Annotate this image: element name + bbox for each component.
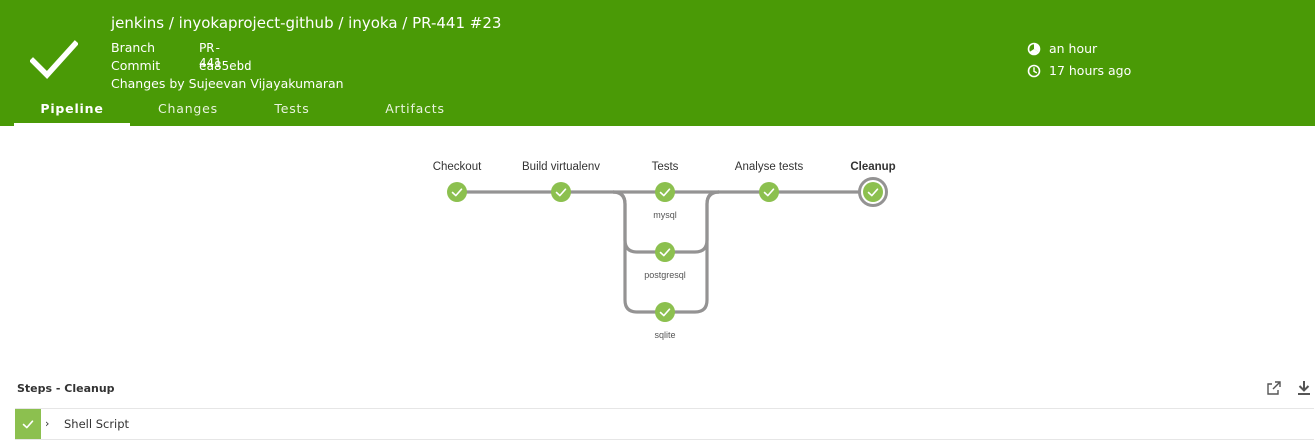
steps-actions <box>1266 379 1314 397</box>
branch-out-postgresql <box>665 190 720 254</box>
commit-label: Commit <box>111 58 161 73</box>
stage-label-analyse-tests[interactable]: Analyse tests <box>735 161 804 173</box>
tab-artifacts[interactable]: Artifacts <box>380 100 450 124</box>
open-external-icon[interactable] <box>1266 380 1282 396</box>
pipeline-graph: Checkout Build virtualenv Tests Analyse … <box>433 161 896 340</box>
duration-icon <box>1027 42 1041 55</box>
step-status-success <box>15 409 41 439</box>
started-row: 17 hours ago <box>1027 63 1131 78</box>
success-check-icon <box>30 40 78 79</box>
commit-value[interactable]: ea85ebd <box>199 58 252 73</box>
node-build-virtualenv[interactable] <box>551 182 571 202</box>
branch-label-postgresql[interactable]: postgresql <box>644 270 686 280</box>
run-title[interactable]: jenkins / inyokaproject-github / inyoka … <box>111 14 501 32</box>
duration-text: an hour <box>1049 41 1098 56</box>
clock-icon <box>1027 64 1041 77</box>
stage-label-checkout[interactable]: Checkout <box>433 161 482 173</box>
stage-label-cleanup[interactable]: Cleanup <box>850 161 895 173</box>
branch-label-mysql[interactable]: mysql <box>653 210 677 220</box>
node-cleanup-selected[interactable] <box>858 177 888 207</box>
tab-pipeline[interactable]: Pipeline <box>14 100 130 126</box>
duration-row: an hour <box>1027 41 1097 56</box>
step-label: Shell Script <box>64 417 130 431</box>
stage-label-tests[interactable]: Tests <box>652 161 679 173</box>
node-tests-sqlite[interactable] <box>655 302 675 322</box>
changes-by: Changes by Sujeevan Vijayakumaran <box>111 76 344 91</box>
check-icon <box>22 420 34 429</box>
branch-label-sqlite[interactable]: sqlite <box>654 330 675 340</box>
node-analyse-tests[interactable] <box>759 182 779 202</box>
stage-label-build-virtualenv[interactable]: Build virtualenv <box>522 161 600 173</box>
download-icon[interactable] <box>1297 380 1311 396</box>
node-checkout[interactable] <box>447 182 467 202</box>
step-row-shell-script[interactable]: › Shell Script <box>15 408 1314 440</box>
chevron-right-icon[interactable]: › <box>45 417 49 430</box>
branch-label: Branch <box>111 40 156 55</box>
node-tests-postgresql[interactable] <box>655 242 675 262</box>
tab-changes[interactable]: Changes <box>148 100 228 124</box>
node-tests-mysql[interactable] <box>655 182 675 202</box>
run-header: jenkins / inyokaproject-github / inyoka … <box>0 0 1315 126</box>
steps-title: Steps - Cleanup <box>17 382 115 395</box>
tab-tests[interactable]: Tests <box>262 100 322 124</box>
started-text: 17 hours ago <box>1049 63 1132 78</box>
branch-in-postgresql <box>612 190 665 254</box>
